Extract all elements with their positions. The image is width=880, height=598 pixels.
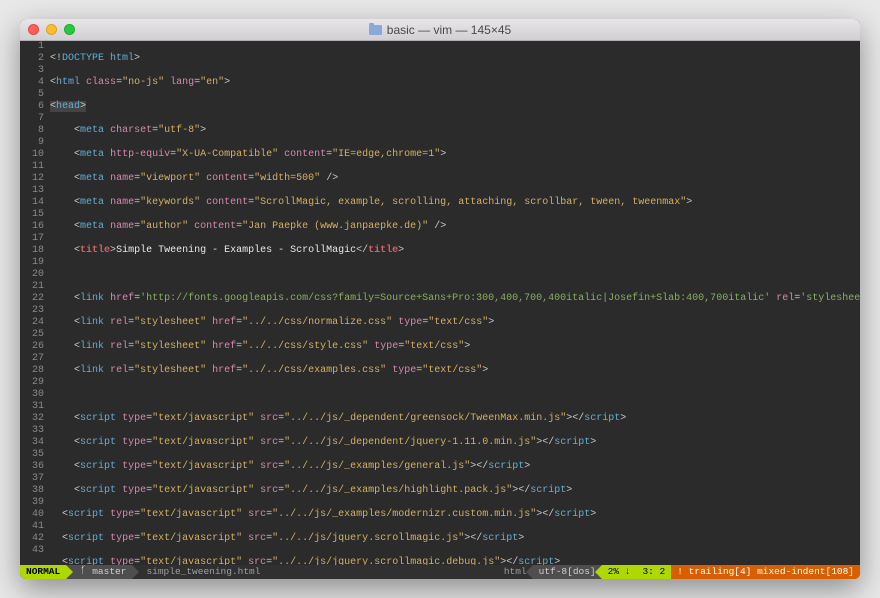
terminal-window: basic — vim — 145×45 12345678910 1112131… <box>20 19 860 579</box>
statusbar: NORMAL master simple_tweening.html html … <box>20 565 860 579</box>
git-branch: master <box>66 565 132 579</box>
scroll-percent: 2% ↓ <box>602 565 637 579</box>
filename: simple_tweening.html <box>132 565 497 579</box>
branch-icon <box>80 567 88 577</box>
maximize-icon[interactable] <box>64 24 75 35</box>
cursor-position: 3: 2 <box>636 565 671 579</box>
titlebar[interactable]: basic — vim — 145×45 <box>20 19 860 41</box>
line-number-gutter: 12345678910 11121314151617181920 2122232… <box>20 41 50 565</box>
window-title: basic — vim — 145×45 <box>20 23 860 37</box>
window-controls <box>28 24 75 35</box>
window-title-text: basic — vim — 145×45 <box>387 23 511 37</box>
lint-warning: ! trailing[4] mixed-indent[108] <box>671 565 860 579</box>
editor-area[interactable]: 12345678910 11121314151617181920 2122232… <box>20 41 860 565</box>
folder-icon <box>369 25 382 35</box>
minimize-icon[interactable] <box>46 24 57 35</box>
code-content[interactable]: <!DOCTYPE html> <html class="no-js" lang… <box>50 41 860 565</box>
encoding: utf-8[dos] <box>533 565 602 579</box>
close-icon[interactable] <box>28 24 39 35</box>
vim-mode: NORMAL <box>20 565 66 579</box>
branch-name: master <box>92 565 126 579</box>
